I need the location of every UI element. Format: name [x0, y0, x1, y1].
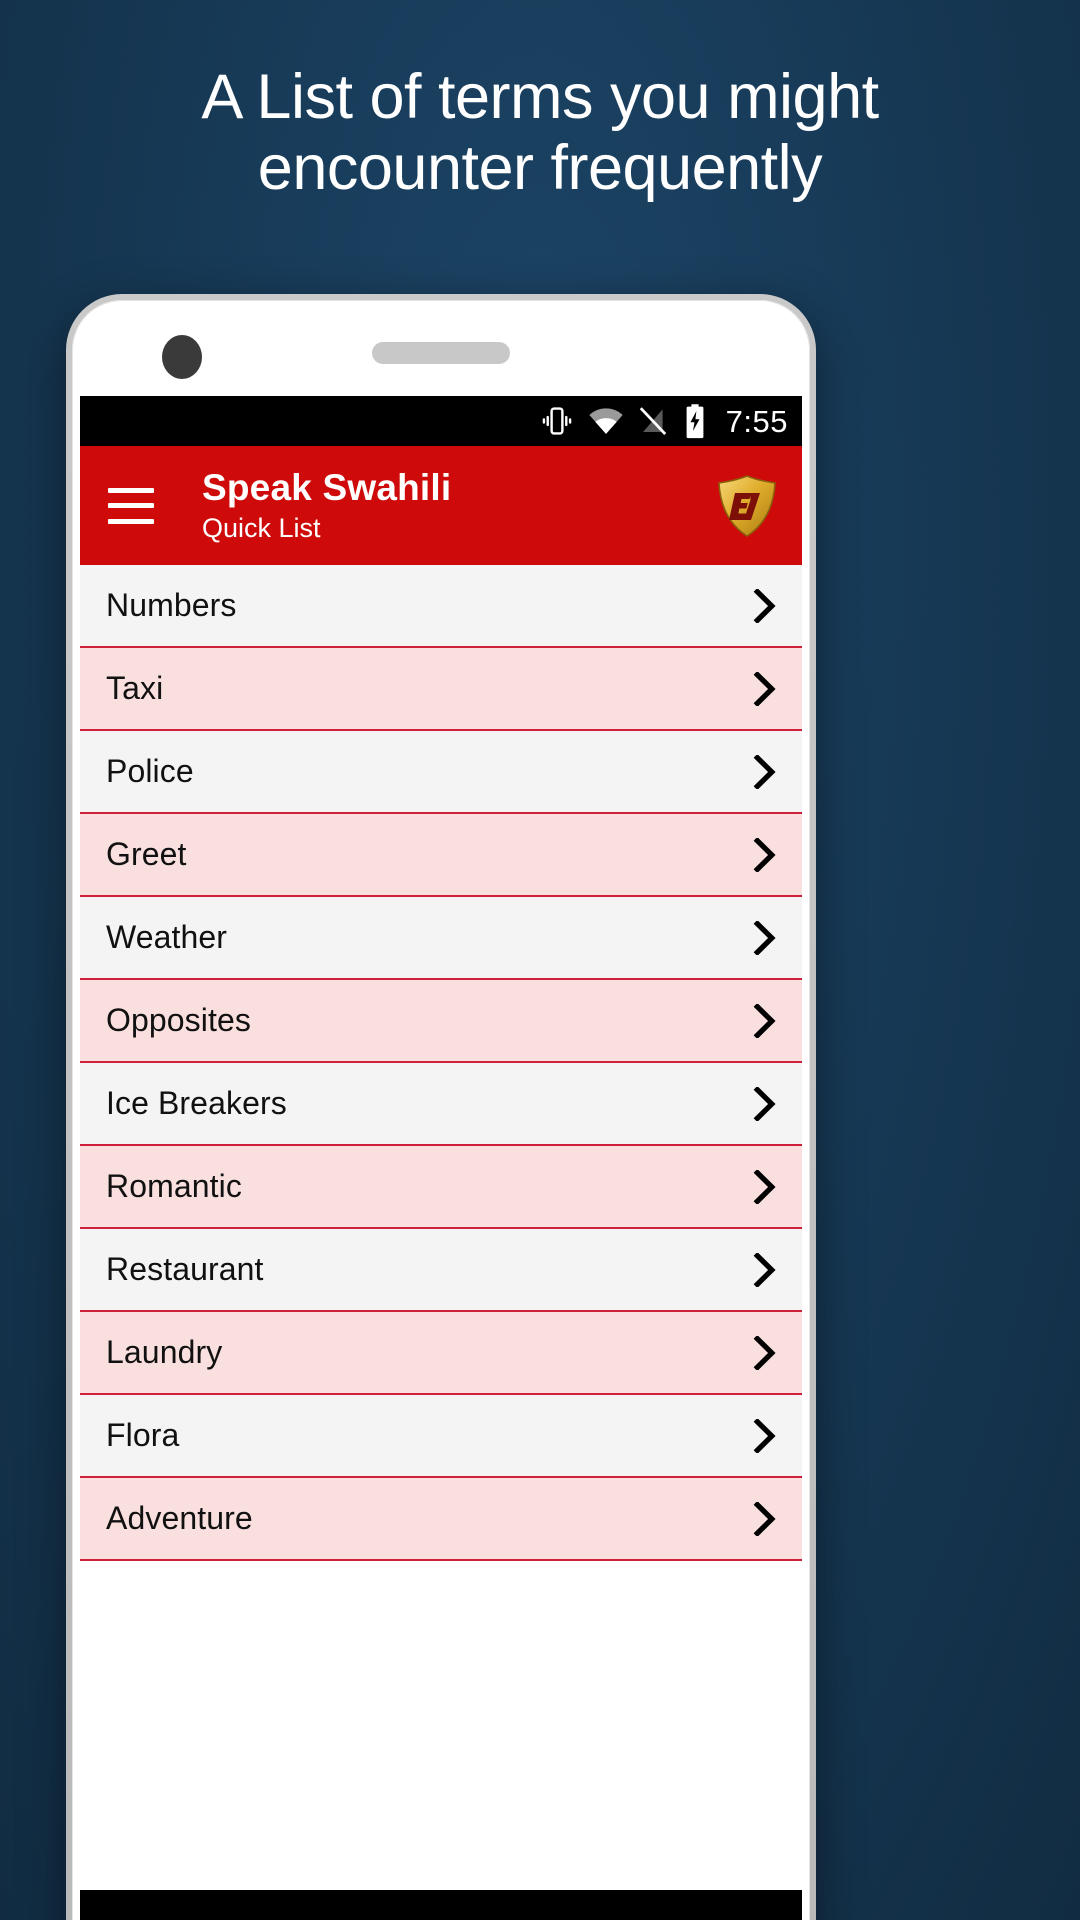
hamburger-menu-icon[interactable] — [108, 487, 154, 524]
chevron-right-icon — [750, 671, 780, 707]
wifi-icon — [588, 406, 624, 436]
app-bar-titles: Speak Swahili Quick List — [202, 467, 716, 545]
status-bar: 7:55 — [80, 396, 802, 446]
list-item[interactable]: Taxi — [80, 648, 802, 731]
phone-mockup: 7:55 Speak Swahili Quick List Numbers Ta… — [66, 294, 816, 1920]
page-title: Speak Swahili — [202, 466, 452, 508]
list-item[interactable]: Ice Breakers — [80, 1063, 802, 1146]
list-item-label: Greet — [106, 836, 187, 872]
list-item[interactable]: Laundry — [80, 1312, 802, 1395]
phone-top-bezel — [80, 308, 802, 396]
chevron-right-icon — [750, 754, 780, 790]
chevron-right-icon — [750, 1169, 780, 1205]
list-item[interactable]: Adventure — [80, 1478, 802, 1561]
chevron-right-icon — [750, 1003, 780, 1039]
chevron-right-icon — [750, 837, 780, 873]
list-item[interactable]: Police — [80, 731, 802, 814]
promo-headline-line-1: A List of terms you might — [201, 62, 879, 132]
list-item-label: Ice Breakers — [106, 1085, 287, 1121]
list-item-label: Laundry — [106, 1334, 223, 1370]
list-item-label: Adventure — [106, 1500, 253, 1536]
chevron-right-icon — [750, 1086, 780, 1122]
list-item[interactable]: Opposites — [80, 980, 802, 1063]
list-item-label: Flora — [106, 1417, 180, 1453]
list-item-label: Taxi — [106, 670, 164, 706]
phone-face: 7:55 Speak Swahili Quick List Numbers Ta… — [80, 308, 802, 1920]
phone-bezel: 7:55 Speak Swahili Quick List Numbers Ta… — [72, 300, 810, 1920]
list-item[interactable]: Greet — [80, 814, 802, 897]
vibrate-icon — [540, 404, 574, 438]
chevron-right-icon — [750, 1252, 780, 1288]
list-item[interactable]: Romantic — [80, 1146, 802, 1229]
list-item-label: Numbers — [106, 587, 237, 623]
quick-list: Numbers Taxi Police Greet Weather Opposi… — [80, 565, 802, 1920]
promo-headline-line-2: encounter frequently — [257, 132, 823, 203]
list-item-label: Restaurant — [106, 1251, 264, 1287]
chevron-right-icon — [750, 920, 780, 956]
signal-off-icon — [638, 405, 668, 437]
chevron-right-icon — [750, 588, 780, 624]
chevron-right-icon — [750, 1418, 780, 1454]
page-subtitle: Quick List — [202, 513, 321, 544]
list-item[interactable]: Restaurant — [80, 1229, 802, 1312]
chevron-right-icon — [750, 1335, 780, 1371]
list-item-label: Weather — [106, 919, 228, 955]
status-bar-clock: 7:55 — [725, 403, 788, 439]
list-item-label: Police — [106, 753, 194, 789]
ev-shield-logo-icon[interactable] — [716, 474, 778, 538]
android-navigation-bar — [80, 1890, 802, 1920]
promo-headline: A List of terms you might encounter freq… — [0, 62, 1080, 203]
app-bar: Speak Swahili Quick List — [80, 446, 802, 565]
list-item[interactable]: Flora — [80, 1395, 802, 1478]
list-item[interactable]: Numbers — [80, 565, 802, 648]
phone-screen: 7:55 Speak Swahili Quick List Numbers Ta… — [80, 396, 802, 1920]
chevron-right-icon — [750, 1501, 780, 1537]
battery-charging-icon — [682, 403, 708, 439]
earpiece-speaker-icon — [372, 342, 510, 364]
list-item-label: Opposites — [106, 1002, 251, 1038]
list-item-label: Romantic — [106, 1168, 242, 1204]
list-item[interactable]: Weather — [80, 897, 802, 980]
camera-dot-icon — [162, 335, 202, 379]
